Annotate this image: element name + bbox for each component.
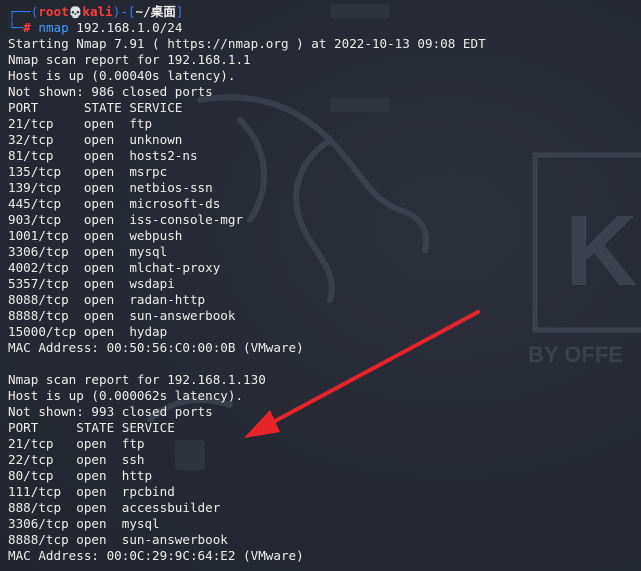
output-line: 22/tcp open ssh (8, 452, 145, 467)
output-line: 32/tcp open unknown (8, 132, 183, 147)
output-line: 4002/tcp open mlchat-proxy (8, 260, 221, 275)
prompt-host: kali (82, 4, 113, 19)
prompt-header: ┌──(root💀kali)-[~/桌面] (8, 4, 641, 20)
skull-icon: 💀 (68, 6, 83, 19)
output-line: 8088/tcp open radan-http (8, 292, 206, 307)
output-line: Not shown: 986 closed ports (8, 84, 213, 99)
output-line: 1001/tcp open webpush (8, 228, 183, 243)
prompt-decoration-mid: )-[ (112, 4, 136, 19)
output-line: 21/tcp open ftp (8, 116, 153, 131)
command-name: nmap (38, 20, 69, 35)
output-line: Not shown: 993 closed ports (8, 404, 213, 419)
output-line: MAC Address: 00:50:56:C0:00:0B (VMware) (8, 340, 304, 355)
output-line: Host is up (0.00040s latency). (8, 68, 236, 83)
output-line: 8888/tcp open sun-answerbook (8, 308, 236, 323)
output-line: 3306/tcp open mysql (8, 244, 168, 259)
output-line: 80/tcp open http (8, 468, 153, 483)
output-line: PORT STATE SERVICE (8, 420, 175, 435)
output-line: 8888/tcp open sun-answerbook (8, 532, 228, 547)
output-line: 888/tcp open accessbuilder (8, 500, 221, 515)
output-line: Host is up (0.000062s latency). (8, 388, 244, 403)
output-line: 111/tcp open rpcbind (8, 484, 175, 499)
output-line: 81/tcp open hosts2-ns (8, 148, 198, 163)
command-args: 192.168.1.0/24 (68, 20, 183, 35)
output-line: 15000/tcp open hydap (8, 324, 168, 339)
output-line: MAC Address: 00:0C:29:9C:64:E2 (VMware) (8, 548, 304, 563)
terminal-window[interactable]: K BY OFFE ┌──(root💀kali)-[~/桌面] └─# nmap… (0, 0, 641, 571)
prompt-hash: # (23, 20, 31, 35)
output-line: 139/tcp open netbios-ssn (8, 180, 213, 195)
output-line: Starting Nmap 7.91 ( https://nmap.org ) … (8, 36, 486, 51)
output-line: 21/tcp open ftp (8, 436, 145, 451)
output-line: 5357/tcp open wsdapi (8, 276, 175, 291)
output-line: 903/tcp open iss-console-mgr (8, 212, 244, 227)
prompt-decoration-close: ] (175, 4, 184, 19)
output-line: Nmap scan report for 192.168.1.130 (8, 372, 266, 387)
output-line: 135/tcp open msrpc (8, 164, 168, 179)
prompt-user: root (38, 4, 69, 19)
output-line: 3306/tcp open mysql (8, 516, 160, 531)
output-line: 445/tcp open microsoft-ds (8, 196, 221, 211)
output-line: PORT STATE SERVICE (8, 100, 183, 115)
command-line[interactable]: └─# nmap 192.168.1.0/24 (8, 20, 641, 36)
scan-results: Starting Nmap 7.91 ( https://nmap.org ) … (8, 36, 641, 564)
output-line: Nmap scan report for 192.168.1.1 (8, 52, 251, 67)
prompt-decoration-cmd: └─ (8, 20, 24, 35)
prompt-decoration: ┌──( (8, 4, 39, 19)
prompt-path: ~/桌面 (135, 4, 176, 19)
terminal-output[interactable]: ┌──(root💀kali)-[~/桌面] └─# nmap 192.168.1… (8, 4, 641, 564)
